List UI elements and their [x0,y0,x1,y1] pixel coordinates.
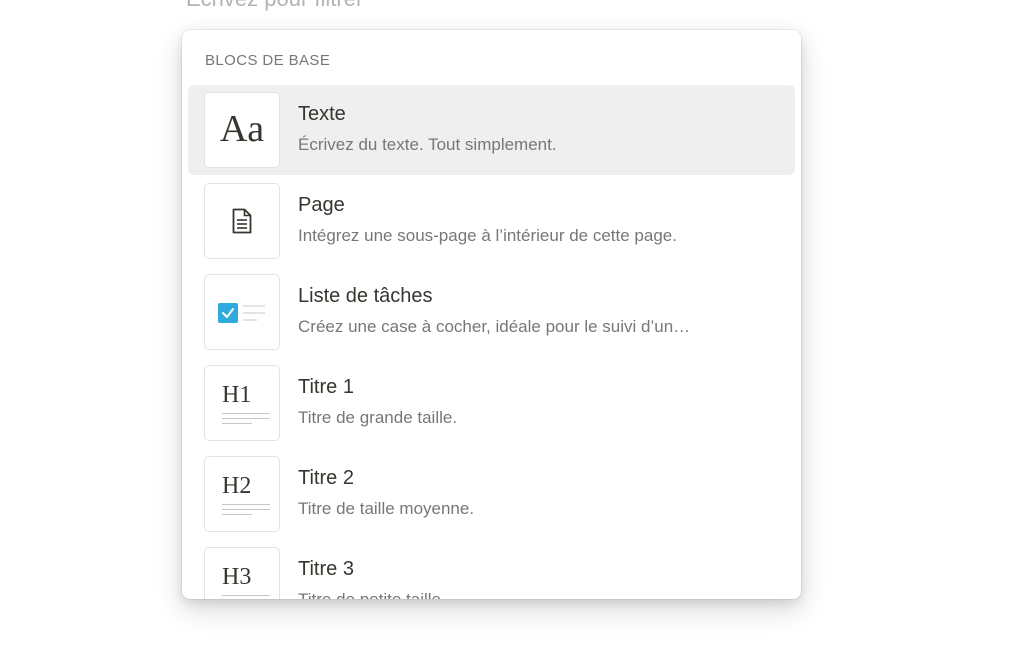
menu-item-title: Titre 3 [298,558,354,580]
block-type-menu: BLOCS DE BASE Aa Texte Écrivez du texte.… [182,30,801,599]
menu-item-heading-3[interactable]: H3 Titre 3 Titre de petite taille. [188,540,795,599]
heading-1-icon: H1 [204,365,280,441]
menu-item-description: Écrivez du texte. Tout simplement. [298,135,557,154]
menu-item-page[interactable]: Page Intégrez une sous-page à l’intérieu… [188,176,795,266]
heading-3-icon: H3 [204,547,280,599]
page-document-icon [204,183,280,259]
menu-item-description: Titre de petite taille. [298,590,446,599]
todo-checkbox-icon [204,274,280,350]
menu-item-title: Liste de tâches [298,285,433,307]
menu-item-description: Titre de grande taille. [298,408,458,427]
heading-2-icon: H2 [204,456,280,532]
menu-item-description: Créez une case à cocher, idéale pour le … [298,317,691,336]
menu-item-heading-2[interactable]: H2 Titre 2 Titre de taille moyenne. [188,449,795,539]
menu-item-description: Intégrez une sous-page à l’intérieur de … [298,226,677,245]
menu-item-todo-list[interactable]: Liste de tâches Créez une case à cocher,… [188,267,795,357]
menu-item-title: Page [298,194,345,216]
menu-item-text[interactable]: Aa Texte Écrivez du texte. Tout simpleme… [188,85,795,175]
menu-item-title: Titre 1 [298,376,354,398]
menu-item-title: Titre 2 [298,467,354,489]
text-aa-icon: Aa [204,92,280,168]
section-title: BLOCS DE BASE [205,52,331,69]
menu-item-title: Texte [298,103,346,125]
filter-placeholder-text: Écrivez pour filtrer [186,0,363,12]
menu-item-heading-1[interactable]: H1 Titre 1 Titre de grande taille. [188,358,795,448]
menu-item-description: Titre de taille moyenne. [298,499,475,518]
